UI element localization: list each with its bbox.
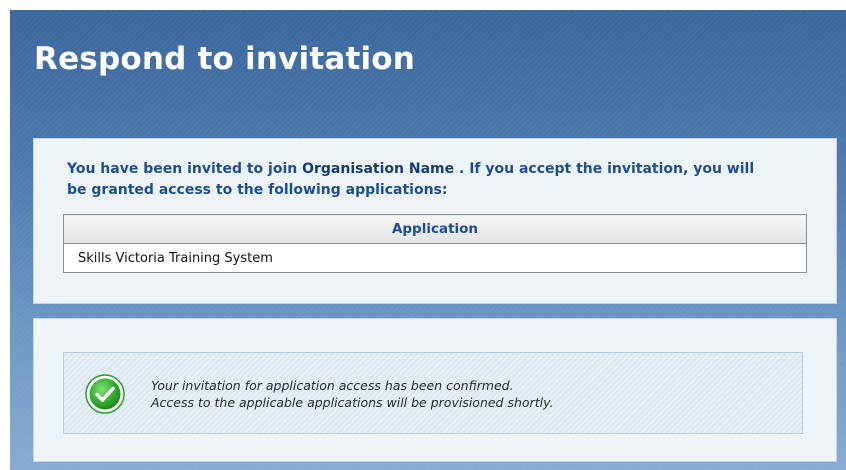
application-cell: Skills Victoria Training System bbox=[63, 243, 807, 273]
table-row: Skills Victoria Training System bbox=[63, 243, 807, 273]
invitation-message: You have been invited to join Organisati… bbox=[67, 159, 767, 201]
confirmation-message-box: Your invitation for application access h… bbox=[63, 352, 803, 434]
confirmation-text: Your invitation for application access h… bbox=[151, 377, 553, 411]
applications-table: Application Skills Victoria Training Sys… bbox=[63, 214, 807, 273]
status-panel: Your invitation for application access h… bbox=[33, 318, 837, 462]
invitation-panel: You have been invited to join Organisati… bbox=[33, 138, 837, 304]
page-frame: Respond to invitation You have been invi… bbox=[10, 10, 846, 470]
organisation-name: Organisation Name bbox=[302, 161, 455, 177]
invitation-text-before: You have been invited to join bbox=[67, 161, 303, 177]
confirmation-line-2: Access to the applicable applications wi… bbox=[151, 395, 554, 410]
confirmation-line-1: Your invitation for application access h… bbox=[151, 378, 514, 393]
page-title: Respond to invitation bbox=[34, 41, 416, 77]
column-header-application: Application bbox=[63, 214, 807, 244]
table-header-row: Application bbox=[63, 214, 807, 244]
check-circle-icon bbox=[84, 373, 126, 415]
